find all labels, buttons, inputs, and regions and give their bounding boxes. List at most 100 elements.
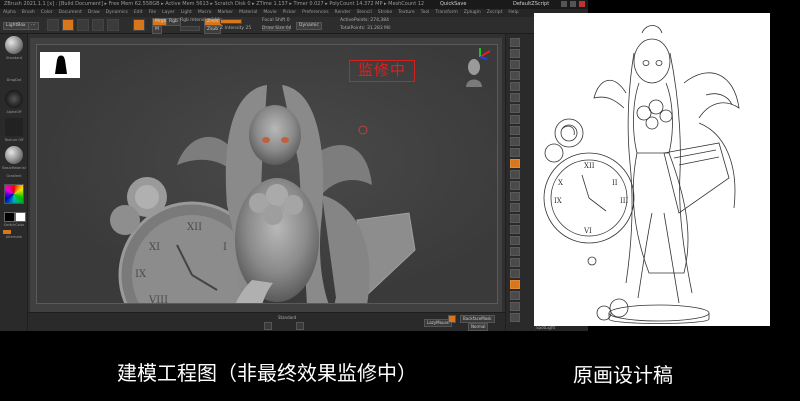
menu-item[interactable]: Dynamics — [106, 10, 128, 15]
menu-item[interactable]: File — [149, 10, 157, 15]
document-viewport[interactable]: XII I XI IX VIII — [36, 44, 498, 304]
right-tray-button[interactable] — [510, 104, 520, 113]
right-tray-button[interactable] — [510, 38, 520, 47]
minimize-icon[interactable] — [561, 1, 567, 7]
active-points-readout: ActivePoints: 274,384 — [340, 18, 389, 23]
alternate-toggle[interactable] — [3, 230, 11, 234]
menu-item[interactable]: Tool — [421, 10, 430, 15]
projection-button[interactable]: ⋯ — [28, 22, 39, 30]
default-script-button[interactable]: DefaultZScript — [513, 0, 549, 9]
bottom-toggle-1[interactable] — [264, 322, 272, 330]
menu-item[interactable]: Zscript — [487, 10, 503, 15]
rotate-tool[interactable] — [107, 19, 119, 31]
move-tool[interactable] — [77, 19, 89, 31]
right-tray-button[interactable] — [510, 170, 520, 179]
menu-item[interactable]: Marker — [218, 10, 234, 15]
scale-tool[interactable] — [92, 19, 104, 31]
menu-item[interactable]: Document — [59, 10, 82, 15]
caption-modeling: 建模工程图（非最终效果监修中） — [117, 361, 417, 385]
menu-item[interactable]: Edit — [134, 10, 143, 15]
menu-item[interactable]: Preferences — [302, 10, 328, 15]
right-tray-button[interactable] — [510, 115, 520, 124]
right-tray-button[interactable] — [510, 137, 520, 146]
menu-item[interactable]: Zplugin — [464, 10, 481, 15]
bottom-orange-toggle[interactable] — [448, 315, 456, 323]
right-tray-button[interactable] — [510, 93, 520, 102]
menu-item[interactable]: Brush — [22, 10, 35, 15]
zsub-button[interactable]: Zsub — [204, 26, 222, 34]
dynamic-button[interactable]: Dynamic — [296, 22, 322, 30]
menu-item[interactable]: Light — [181, 10, 192, 15]
right-tray-button[interactable] — [510, 82, 520, 91]
right-tray-button[interactable] — [510, 291, 520, 300]
right-tray-button[interactable] — [510, 236, 520, 245]
menu-item[interactable]: Layer — [162, 10, 175, 15]
caption-concept: 原画设计稿 — [573, 363, 673, 387]
menu-item[interactable]: Material — [239, 10, 257, 15]
texture-icon[interactable] — [5, 118, 23, 136]
svg-text:XII: XII — [584, 162, 595, 170]
left-tray: Standard DragDot AlphaOff Texture Off Ba… — [0, 34, 28, 331]
menu-item[interactable]: Picker — [283, 10, 296, 15]
right-tray-button[interactable] — [510, 302, 520, 311]
menu-item[interactable]: Macro — [198, 10, 212, 15]
right-tray-button[interactable] — [510, 126, 520, 135]
right-tray — [505, 34, 535, 331]
material-swatch[interactable] — [133, 19, 145, 31]
right-tray-button[interactable] — [510, 181, 520, 190]
maximize-icon[interactable] — [570, 1, 576, 7]
review-stamp: 监修中 — [349, 60, 415, 82]
right-tray-button[interactable] — [510, 148, 520, 157]
menu-item[interactable]: Draw — [88, 10, 100, 15]
svg-text:II: II — [612, 179, 618, 187]
lightbox-button[interactable]: LightBox — [3, 22, 29, 30]
right-tray-button[interactable] — [510, 269, 520, 278]
quicksave-button[interactable]: QuickSave — [440, 0, 466, 9]
zadd-button[interactable]: Zadd — [204, 18, 222, 26]
sculpt-model: XII I XI IX VIII — [110, 85, 416, 303]
menu-item[interactable]: Movie — [263, 10, 276, 15]
brush-label: Standard — [6, 56, 22, 60]
right-tray-button[interactable] — [510, 159, 520, 168]
navigation-thumbnail[interactable] — [40, 52, 80, 78]
secondary-color-swatch[interactable] — [15, 212, 26, 222]
menu-item[interactable]: Help — [508, 10, 518, 15]
menu-item[interactable]: Texture — [398, 10, 414, 15]
right-tray-button[interactable] — [510, 313, 520, 322]
draw-tool[interactable] — [62, 19, 74, 31]
edit-tool[interactable] — [47, 19, 59, 31]
menu-item[interactable]: Color — [41, 10, 53, 15]
right-tray-button[interactable] — [510, 203, 520, 212]
draw-size-label: Draw Size 64 — [262, 26, 292, 31]
right-tray-button[interactable] — [510, 214, 520, 223]
menu-item[interactable]: Stroke — [378, 10, 392, 15]
color-picker[interactable] — [4, 184, 24, 204]
rgb-button[interactable]: Rgb — [166, 18, 181, 26]
m-button[interactable]: M — [152, 26, 162, 34]
orientation-bust-icon[interactable] — [463, 57, 485, 87]
menu-item[interactable]: Alpha — [3, 10, 16, 15]
right-tray-button[interactable] — [510, 192, 520, 201]
window-controls — [561, 1, 585, 7]
menu-item[interactable]: Stencil — [357, 10, 372, 15]
material-sphere-icon[interactable] — [5, 146, 23, 164]
brush-sphere-icon[interactable] — [5, 36, 23, 54]
right-tray-button[interactable] — [510, 258, 520, 267]
right-tray-button[interactable] — [510, 60, 520, 69]
z-intensity-slider[interactable] — [220, 19, 242, 24]
menu-item[interactable]: Transform — [435, 10, 457, 15]
backface-button[interactable]: BackfaceMask — [460, 315, 495, 323]
normal-button[interactable]: Normal — [468, 323, 489, 331]
rgb-intensity-slider[interactable] — [180, 26, 200, 31]
close-icon[interactable] — [579, 1, 585, 7]
right-tray-button[interactable] — [510, 49, 520, 58]
right-tray-button[interactable] — [510, 280, 520, 289]
right-tray-button[interactable] — [510, 225, 520, 234]
main-color-swatch[interactable] — [4, 212, 15, 222]
right-tray-button[interactable] — [510, 247, 520, 256]
right-tray-button[interactable] — [510, 71, 520, 80]
bottom-toggle-2[interactable] — [296, 322, 304, 330]
alpha-icon[interactable] — [5, 90, 23, 108]
switch-color-label[interactable]: SwitchColor — [2, 223, 26, 227]
menu-item[interactable]: Render — [335, 10, 351, 15]
